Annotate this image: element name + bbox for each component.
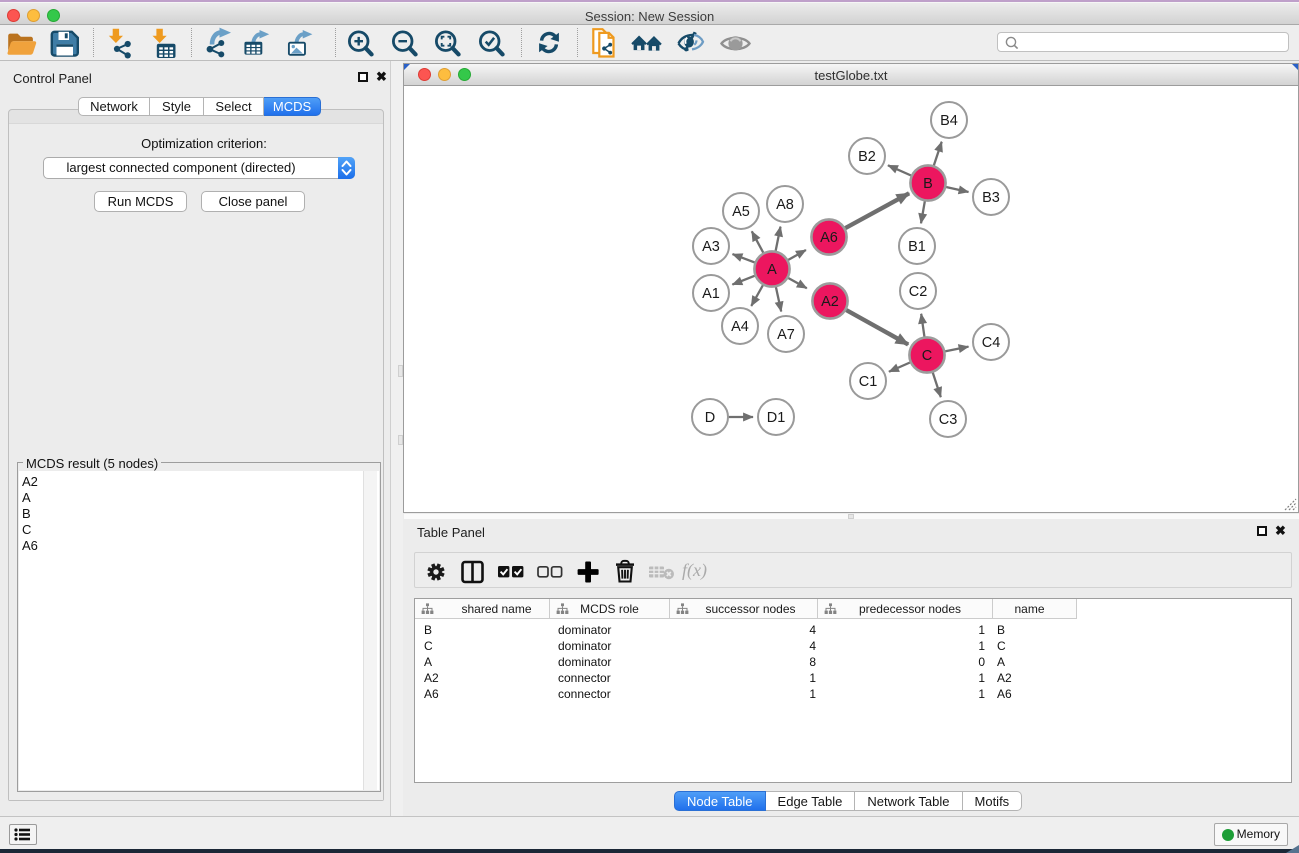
svg-text:C4: C4: [982, 335, 1001, 351]
svg-text:C: C: [922, 348, 932, 364]
svg-text:A3: A3: [702, 239, 720, 255]
svg-text:A2: A2: [821, 294, 839, 310]
svg-text:B4: B4: [940, 113, 958, 129]
svg-text:D1: D1: [767, 410, 786, 426]
svg-text:A8: A8: [776, 197, 794, 213]
svg-text:A6: A6: [820, 230, 838, 246]
svg-text:A: A: [767, 262, 777, 278]
svg-text:B3: B3: [982, 190, 1000, 206]
svg-text:B1: B1: [908, 239, 926, 255]
svg-text:B2: B2: [858, 149, 876, 165]
svg-text:A1: A1: [702, 286, 720, 302]
svg-text:C3: C3: [939, 412, 958, 428]
svg-text:A5: A5: [732, 204, 750, 220]
svg-text:C1: C1: [859, 374, 878, 390]
svg-text:D: D: [705, 410, 715, 426]
svg-text:A7: A7: [777, 327, 795, 343]
svg-text:B: B: [923, 176, 933, 192]
svg-text:A4: A4: [731, 319, 749, 335]
svg-text:C2: C2: [909, 284, 928, 300]
